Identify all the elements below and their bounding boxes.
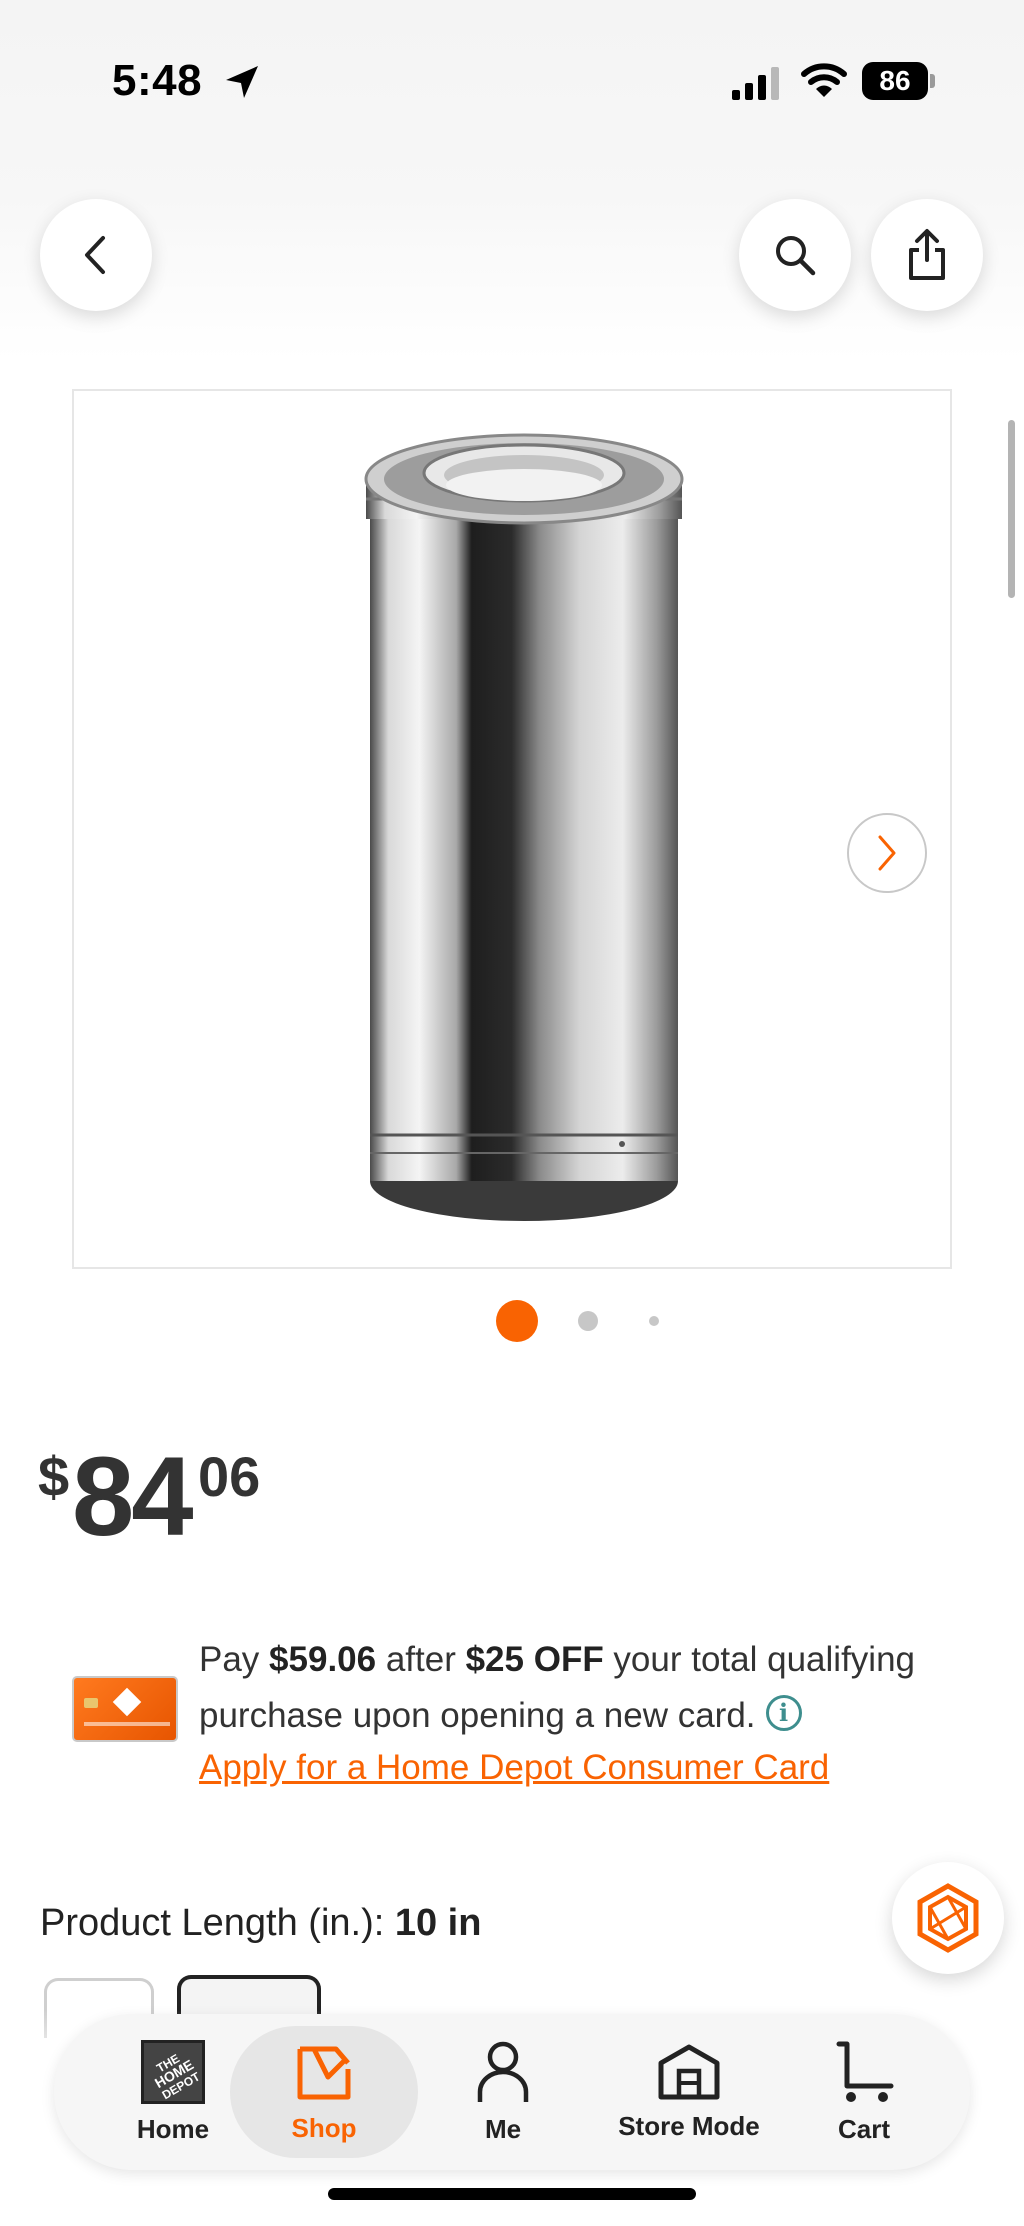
- offer-discount-amount: $25 OFF: [465, 1640, 604, 1679]
- carousel-dot[interactable]: [649, 1316, 659, 1326]
- wifi-icon: [801, 63, 847, 97]
- cellular-signal-icon: [732, 67, 779, 100]
- home-depot-logo-icon: THE HOME DEPOT: [141, 2039, 205, 2104]
- battery-cap: [930, 74, 935, 88]
- carousel-dot[interactable]: [578, 1311, 598, 1331]
- status-time: 5:48: [112, 56, 203, 105]
- nav-label: Shop: [291, 2112, 357, 2143]
- store-icon: [658, 2044, 720, 2099]
- search-button[interactable]: [739, 199, 851, 311]
- card-chip: [84, 1698, 98, 1708]
- share-icon: [909, 229, 945, 280]
- product-length-label: Product Length (in.): 10 in: [40, 1902, 481, 1945]
- product-length-label-text: Product Length (in.):: [40, 1902, 395, 1944]
- apply-card-link[interactable]: Apply for a Home Depot Consumer Card: [199, 1745, 829, 1791]
- product-image-carousel[interactable]: [72, 389, 952, 1269]
- info-icon[interactable]: i: [765, 1695, 802, 1731]
- nav-label: Me: [484, 2113, 522, 2144]
- page-scrollbar[interactable]: [1008, 420, 1015, 598]
- search-icon: [776, 236, 816, 276]
- nav-label: Home: [136, 2113, 210, 2144]
- offer-discounted-price: $59.06: [269, 1640, 377, 1679]
- price-cents: 06: [198, 1445, 261, 1508]
- next-image-button[interactable]: [847, 813, 927, 893]
- price-dollars: 84: [72, 1434, 194, 1559]
- card-number-stripe: [84, 1722, 170, 1726]
- shop-icon: [297, 2046, 351, 2099]
- cart-icon: [836, 2041, 894, 2102]
- nav-shop[interactable]: Shop: [230, 2014, 418, 2170]
- battery-indicator: 86: [862, 62, 928, 100]
- share-button[interactable]: [871, 199, 983, 311]
- back-button[interactable]: [40, 199, 152, 311]
- nav-label: Cart: [837, 2113, 890, 2144]
- bottom-navigation: THE HOME DEPOT Home Shop Me Store Mode C…: [54, 2014, 970, 2170]
- carousel-pagination: [0, 1300, 1024, 1342]
- home-depot-logo-icon: [112, 1687, 142, 1717]
- nav-store-mode[interactable]: Store Mode: [589, 2014, 789, 2170]
- home-indicator[interactable]: [328, 2188, 696, 2200]
- person-icon: [477, 2041, 529, 2102]
- nav-label: Store Mode: [618, 2110, 760, 2141]
- location-arrow-icon: [226, 66, 258, 98]
- carousel-dot-active[interactable]: [496, 1300, 538, 1342]
- nav-me[interactable]: Me: [438, 2014, 568, 2170]
- price-currency: $: [38, 1445, 70, 1508]
- chevron-right-icon: [878, 835, 896, 871]
- product-image: [364, 433, 684, 1221]
- header-background: [0, 0, 1024, 360]
- offer-text-part: after: [376, 1640, 466, 1679]
- hexagon-assistant-icon: [917, 1883, 979, 1953]
- nav-home[interactable]: THE HOME DEPOT Home: [108, 2014, 238, 2170]
- credit-card-image: [72, 1676, 178, 1742]
- product-length-value: 10 in: [394, 1902, 482, 1944]
- offer-text-part: Pay: [199, 1640, 270, 1679]
- magic-apron-button[interactable]: [892, 1862, 1004, 1974]
- chevron-left-icon: [85, 236, 105, 274]
- card-offer-text: Pay $59.06 after $25 OFF your total qual…: [199, 1632, 989, 1744]
- nav-cart[interactable]: Cart: [799, 2014, 929, 2170]
